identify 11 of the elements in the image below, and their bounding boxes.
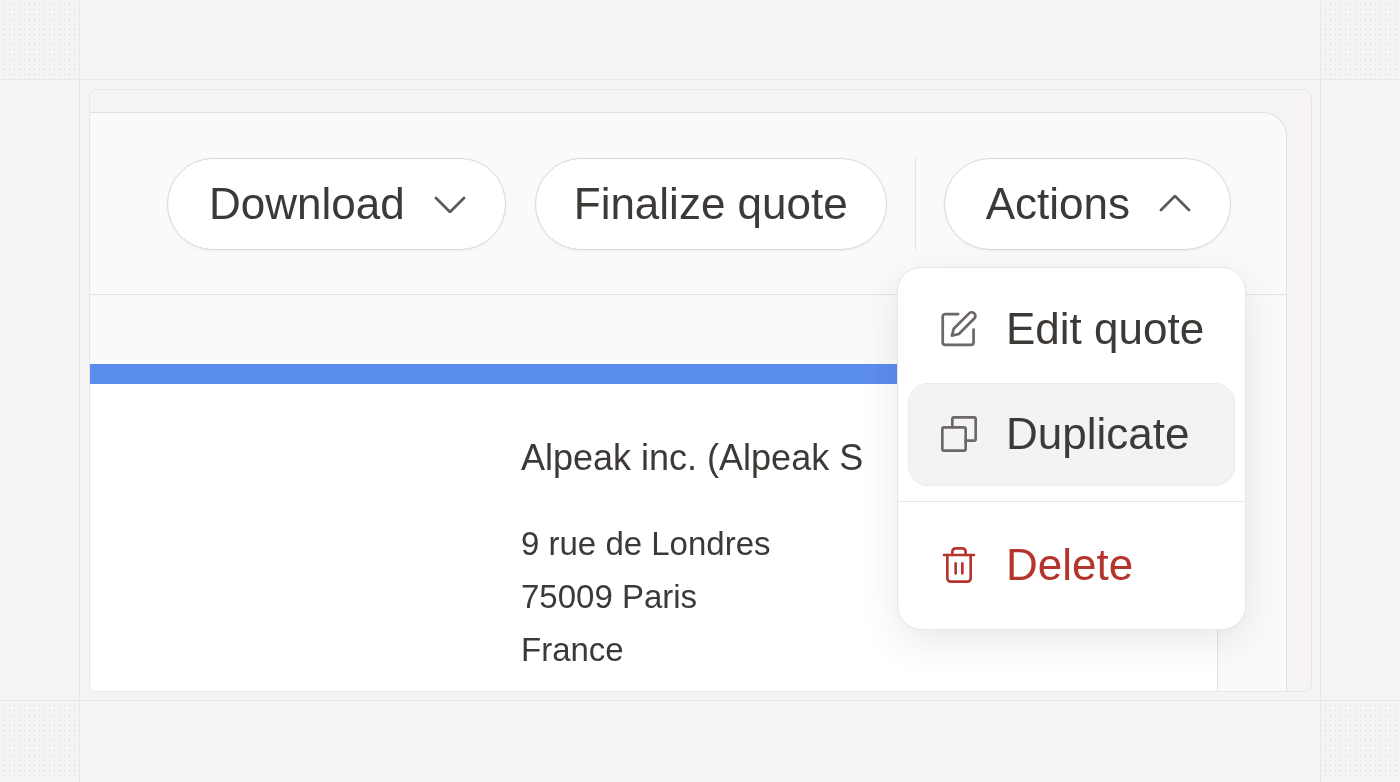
copy-icon	[941, 416, 977, 452]
address-line: 75009 Paris	[521, 577, 698, 617]
address-line: 9 rue de Londres	[521, 524, 771, 564]
customer-name: Alpeak inc. (Alpeak S	[521, 436, 864, 480]
pencil-square-icon	[941, 311, 977, 347]
address-line: France	[521, 630, 624, 670]
dropdown-button[interactable]: Download	[167, 157, 506, 250]
dropdown-button[interactable]: Actions	[943, 157, 1231, 250]
trash-icon	[941, 547, 977, 583]
toolbar-button[interactable]: Finalize quote	[534, 157, 887, 250]
menu-item[interactable]: Duplicate	[908, 382, 1235, 486]
